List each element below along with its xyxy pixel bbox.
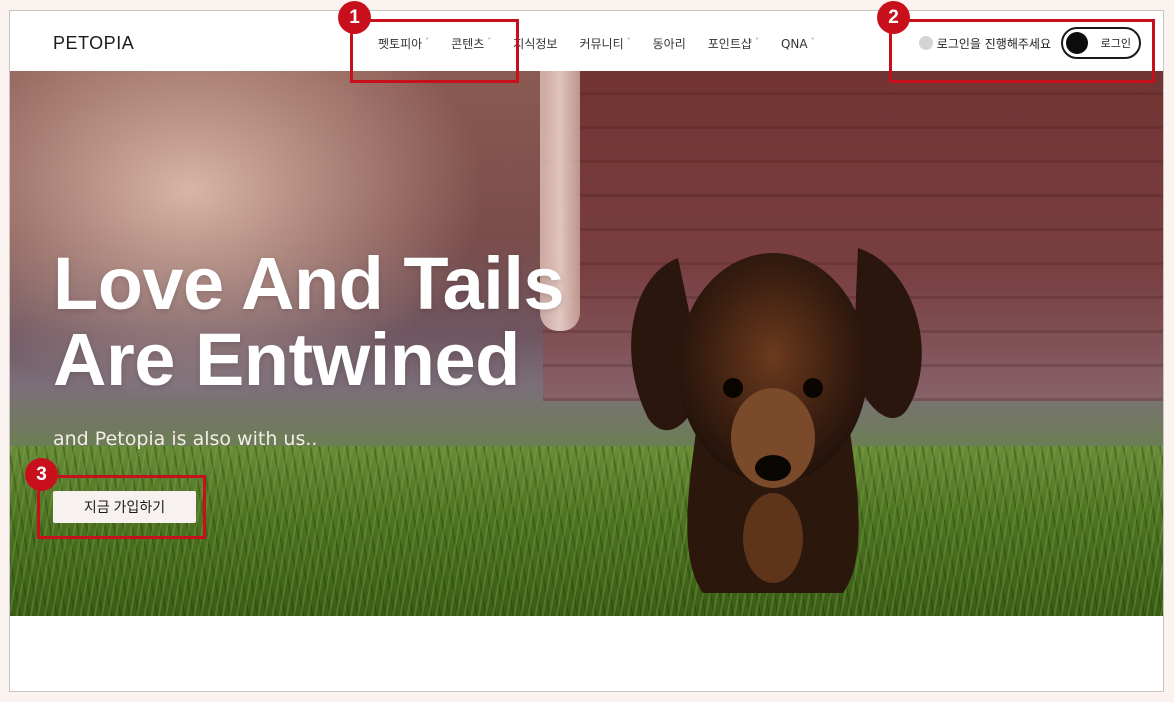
nav-item-label: 지식정보 [513,37,558,51]
hero-title-line: Are Entwined [53,318,520,401]
nav-item-club[interactable]: 동아리 [653,35,686,52]
site-logo[interactable]: PETOPIA [53,33,134,54]
nav-item-pointshop[interactable]: 포인트샵 ˅ [708,35,759,52]
browser-frame: PETOPIA 펫토피아 ˅ 콘텐츠 ˅ 지식정보 커뮤니티 ˅ 동아리 포인트… [9,10,1164,692]
status-dot-icon [918,36,933,50]
signup-button[interactable]: 지금 가입하기 [53,491,196,523]
hero-title-line: Love And Tails [53,242,565,325]
chevron-down-icon: ˅ [425,37,430,46]
chevron-down-icon: ˅ [754,37,759,46]
main-nav: 펫토피아 ˅ 콘텐츠 ˅ 지식정보 커뮤니티 ˅ 동아리 포인트샵 ˅ QNA … [378,35,815,52]
nav-item-qna[interactable]: QNA ˅ [781,35,815,52]
chevron-down-icon: ˅ [487,37,492,46]
site-header: PETOPIA 펫토피아 ˅ 콘텐츠 ˅ 지식정보 커뮤니티 ˅ 동아리 포인트… [10,11,1163,71]
nav-item-label: 포인트샵 [707,37,752,51]
login-toggle-label: 로그인 [1100,37,1131,50]
nav-item-community[interactable]: 커뮤니티 ˅ [579,35,630,52]
chevron-down-icon: ˅ [626,37,631,46]
annotation-badge-1: 1 [338,1,371,34]
nav-item-petopia[interactable]: 펫토피아 ˅ [378,35,429,52]
nav-item-label: 커뮤니티 [579,37,624,51]
hero-banner: Love And Tails Are Entwined and Petopia … [10,71,1163,616]
nav-item-label: 동아리 [652,37,686,51]
dog-photo [631,248,922,593]
nav-item-label: QNA [780,36,808,51]
nav-item-label: 콘텐츠 [451,37,485,51]
login-area: 로그인을 진행해주세요 로그인 [918,27,1141,59]
annotation-badge-2: 2 [877,1,910,34]
nav-item-knowledge[interactable]: 지식정보 [513,35,557,52]
hero-background-grass [10,446,1163,616]
chevron-down-icon: ˅ [810,37,815,46]
nav-item-label: 펫토피아 [378,37,423,51]
hero-subtitle: and Petopia is also with us.. [53,428,318,450]
annotation-badge-3: 3 [25,458,58,491]
login-toggle[interactable]: 로그인 [1061,27,1141,59]
login-message: 로그인을 진행해주세요 [936,36,1051,51]
toggle-knob-icon [1066,32,1088,54]
hero-title: Love And Tails Are Entwined [53,242,565,401]
nav-item-contents[interactable]: 콘텐츠 ˅ [451,35,491,52]
login-status: 로그인을 진행해주세요 [918,35,1051,52]
